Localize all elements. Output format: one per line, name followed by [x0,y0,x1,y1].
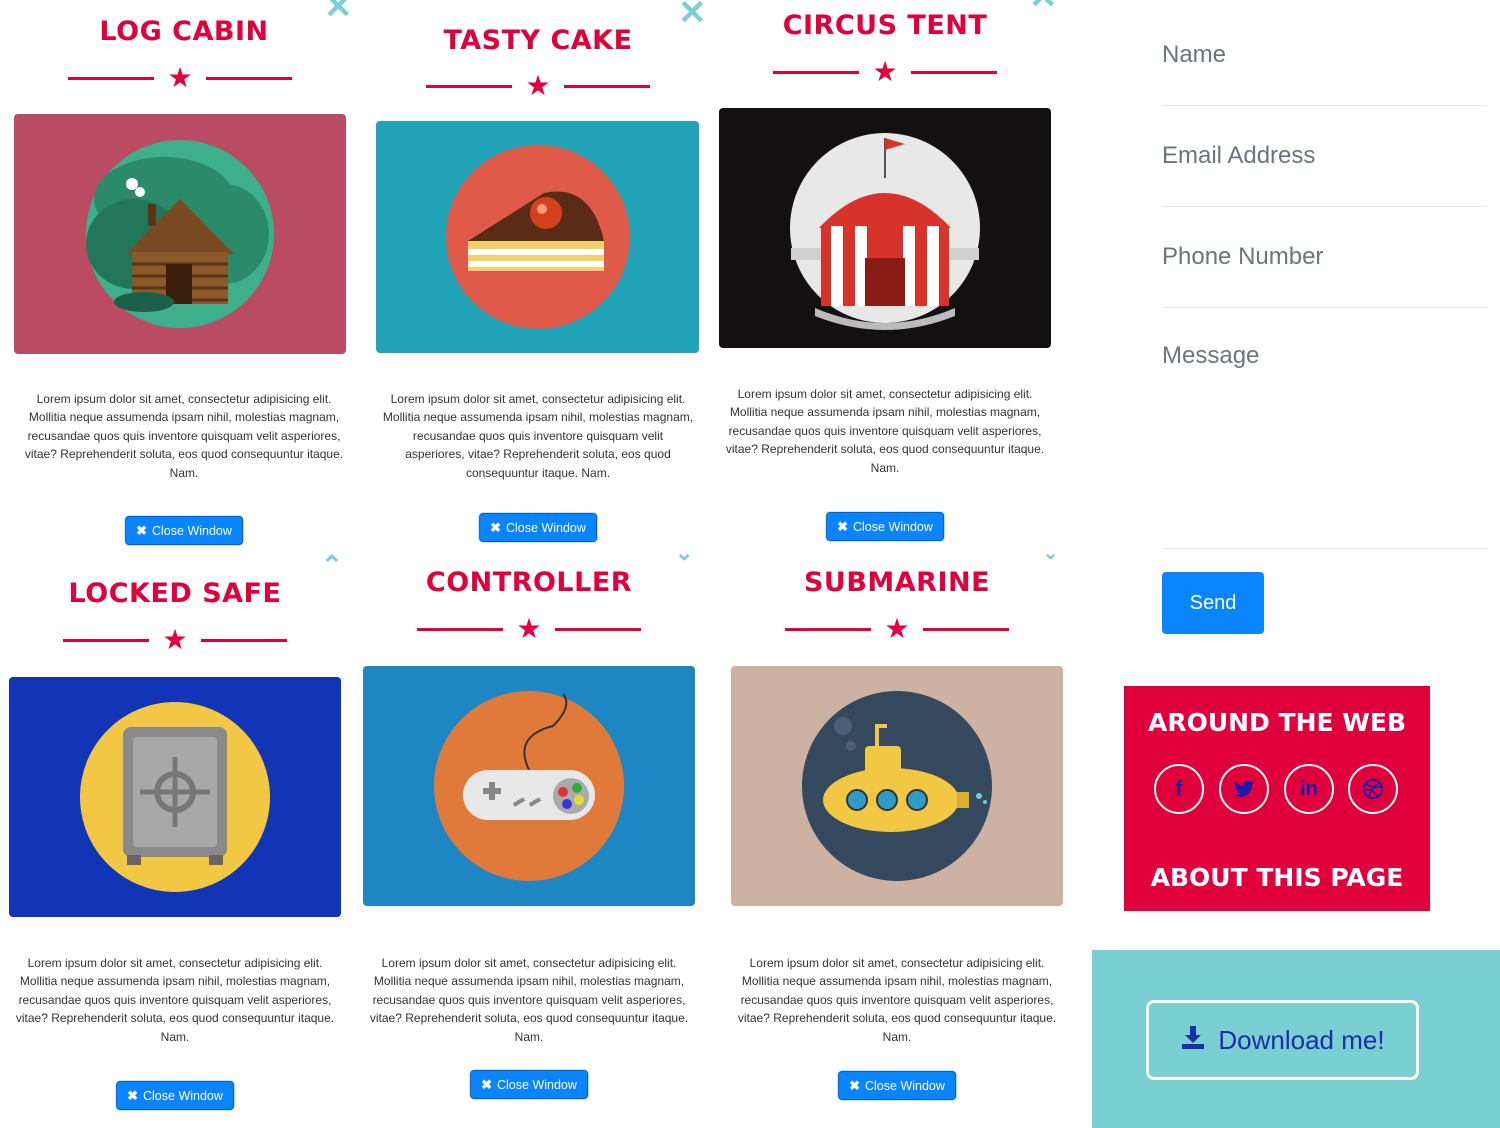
portfolio-image-circus-tent [719,108,1051,348]
dribbble-icon[interactable] [1348,764,1398,814]
footer-around-the-web: AROUND THE WEB f in ABOUT THIS PAGE [1124,686,1430,911]
portfolio-image-controller [363,666,695,906]
phone-field[interactable]: Phone Number [1162,238,1487,308]
star-icon: ★ [516,613,542,644]
facebook-icon[interactable]: f [1154,764,1204,814]
safe-icon [9,677,341,917]
portfolio-image-submarine [731,666,1063,906]
modal-locked-safe: LOCKED SAFE ★ Lorem ipsum dolor sit amet… [9,550,349,1128]
modal-title: LOG CABIN [99,16,269,47]
close-window-button[interactable]: ✖ Close Window [470,1070,588,1099]
close-icon: ✖ [127,1087,139,1103]
send-button[interactable]: Send [1162,572,1264,634]
close-window-button[interactable]: ✖ Close Window [125,516,243,545]
close-icon: ✖ [849,1077,861,1093]
close-modal-icon[interactable]: ✕ [1029,0,1058,14]
close-window-label: Close Window [506,520,586,535]
star-divider: ★ [773,58,997,88]
phone-placeholder: Phone Number [1162,243,1324,270]
star-divider: ★ [426,72,650,102]
message-placeholder: Message [1162,342,1260,369]
star-divider: ★ [68,64,292,94]
close-window-button[interactable]: ✖ Close Window [838,1071,956,1100]
modal-tasty-cake: TASTY CAKE ★ Lorem ipsum dolor sit amet,… [376,0,716,560]
about-this-page-heading: ABOUT THIS PAGE [1150,863,1404,892]
close-icon: ✖ [481,1076,493,1092]
star-divider: ★ [785,615,1009,645]
modal-submarine: SUBMARINE ★ Lorem ipsum dolor sit amet, … [731,543,1071,1128]
star-divider: ★ [63,626,287,656]
close-modal-icon[interactable]: ⌄ [1043,538,1058,568]
star-icon: ★ [884,613,910,644]
email-field[interactable]: Email Address [1162,137,1487,207]
modal-controller: CONTROLLER ★ Lorem ipsum dolor sit amet,… [363,540,703,1128]
download-section: Download me! [1092,950,1500,1128]
close-modal-icon[interactable]: ✕ [324,0,353,24]
close-icon: ✖ [837,518,849,534]
star-divider: ★ [417,615,641,645]
modal-title: LOCKED SAFE [68,578,282,609]
modal-title: SUBMARINE [803,567,991,598]
close-window-button[interactable]: ✖ Close Window [116,1081,234,1110]
close-icon: ✖ [490,519,502,535]
close-window-button[interactable]: ✖ Close Window [826,512,944,541]
portfolio-image-tasty-cake [376,121,699,353]
circus-tent-icon [719,108,1051,348]
game-controller-icon [363,666,695,906]
close-window-label: Close Window [143,1088,223,1103]
close-window-label: Close Window [865,1078,945,1093]
modal-description: Lorem ipsum dolor sit amet, consectetur … [382,392,694,480]
cake-icon [376,121,699,353]
star-icon: ★ [525,70,551,101]
submarine-icon [731,666,1063,906]
portfolio-image-locked-safe [9,677,341,917]
modal-description: Lorem ipsum dolor sit amet, consectetur … [15,956,335,1044]
download-label: Download me! [1218,1024,1385,1055]
close-modal-icon[interactable]: ✕ [678,0,707,30]
close-window-button[interactable]: ✖ Close Window [479,513,597,542]
close-icon: ✖ [136,522,148,538]
modal-description: Lorem ipsum dolor sit amet, consectetur … [725,387,1045,475]
star-icon: ★ [167,62,193,93]
modal-description: Lorem ipsum dolor sit amet, consectetur … [737,956,1057,1044]
close-modal-icon[interactable]: ⌃ [321,550,343,580]
twitter-icon[interactable] [1219,764,1269,814]
star-icon: ★ [872,56,898,87]
modal-circus-tent: CIRCUS TENT ★ Lorem ipsum dolor sit amet… [719,0,1059,560]
message-field[interactable]: Message [1162,337,1487,549]
modal-title: CIRCUS TENT [782,10,988,41]
email-placeholder: Email Address [1162,142,1316,169]
close-window-label: Close Window [497,1077,577,1092]
close-window-label: Close Window [152,523,232,538]
star-icon: ★ [162,624,188,655]
name-field[interactable]: Name [1162,36,1487,106]
linkedin-icon[interactable]: in [1284,764,1334,814]
close-window-label: Close Window [853,519,933,534]
close-modal-icon[interactable]: ⌄ [675,538,693,568]
around-the-web-heading: AROUND THE WEB [1148,708,1406,737]
modal-title: CONTROLLER [425,567,633,598]
portfolio-image-log-cabin [14,114,346,354]
download-icon [1180,1024,1206,1057]
modal-title: TASTY CAKE [443,25,633,56]
log-cabin-icon [14,114,346,354]
modal-log-cabin: LOG CABIN ★ Lorem ipsum dolor sit amet, … [14,0,354,560]
download-button[interactable]: Download me! [1146,1000,1419,1080]
name-placeholder: Name [1162,41,1227,68]
modal-description: Lorem ipsum dolor sit amet, consectetur … [369,956,689,1044]
modal-description: Lorem ipsum dolor sit amet, consectetur … [24,392,344,480]
